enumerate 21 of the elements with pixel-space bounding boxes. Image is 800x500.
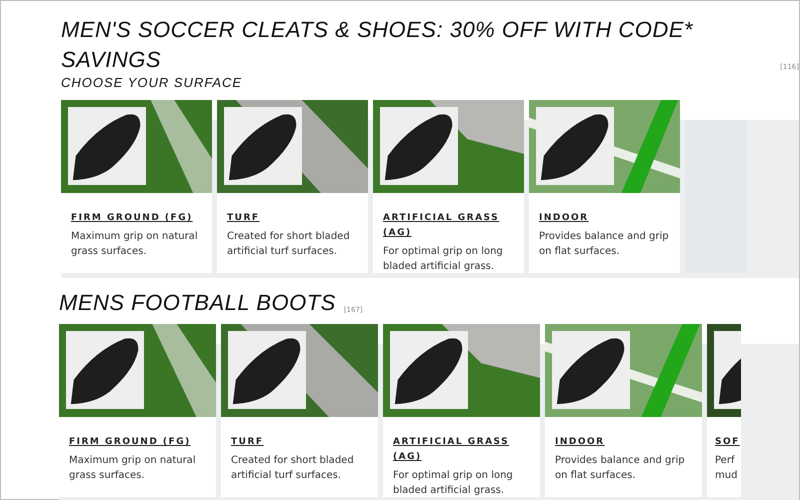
surface-link[interactable]: SOF [715,435,741,450]
surface-link[interactable]: ARTIFICIAL GRASS (AG) [383,211,514,241]
section-heading: MENS FOOTBALL BOOTS [59,289,336,317]
surface-link[interactable]: TURF [227,211,358,226]
surface-description: Created for short bladed artificial turf surfaces. [227,230,351,259]
surface-link[interactable]: INDOOR [539,211,670,226]
surface-description: Provides balance and grip on flat surfaces. [555,454,686,483]
surface-link[interactable]: INDOOR [555,435,692,450]
section-heading: MEN'S SOCCER CLEATS & SHOES: 30% OFF WITH CODE* SAVINGS [61,16,694,74]
surface-description: For optimal grip on long bladed artificial grass. [383,245,504,274]
surface-link[interactable]: TURF [231,435,368,450]
surface-description: Perf mud [715,454,738,483]
surface-description: Created for short bladed artificial turf surfaces. [231,454,355,483]
surface-description: For optimal grip on long bladed artificial grass. [393,469,514,498]
surface-link[interactable]: FIRM GROUND (FG) [71,211,202,226]
surface-description: Maximum grip on natural grass surfaces. [69,454,197,483]
surface-link[interactable]: ARTIFICIAL GRASS (AG) [393,435,530,465]
section-subheading: CHOOSE YOUR SURFACE [61,75,244,90]
surface-link[interactable]: FIRM GROUND (FG) [69,435,206,450]
surface-description: Provides balance and grip on flat surfaces. [539,230,670,259]
surface-description: Maximum grip on natural grass surfaces. [71,230,199,259]
